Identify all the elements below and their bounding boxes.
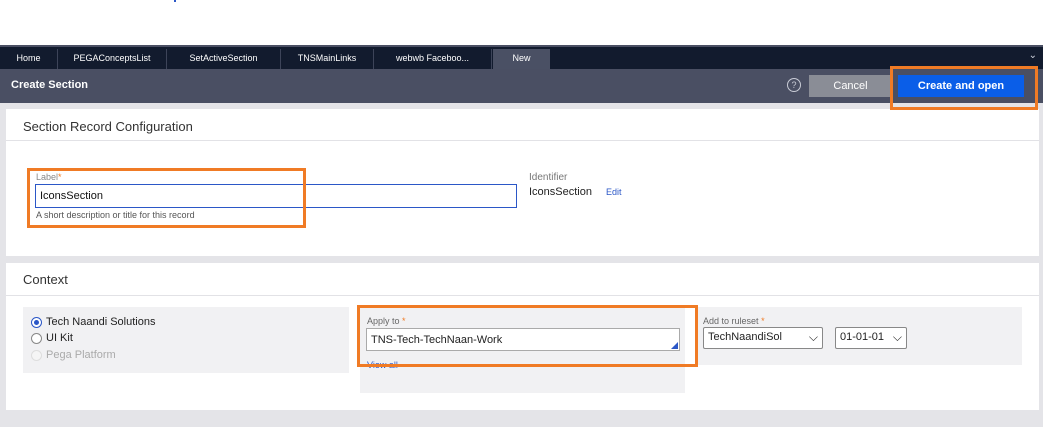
identifier-value: IconsSection [529,186,592,198]
tab-home[interactable]: Home [0,49,58,71]
view-all-link[interactable]: View all [367,360,398,369]
autocomplete-corner-icon [671,342,678,349]
label-helper-text: A short description or title for this re… [36,210,195,220]
radio-pega-platform: Pega Platform [31,349,116,361]
radio-icon[interactable] [31,332,42,344]
page-title: Create Section [11,79,89,91]
divider [6,140,1039,141]
tab-webwb-facebook[interactable]: webwb Faceboo... [374,49,492,71]
apply-to-label: Apply to * [367,316,406,326]
tab-tnsmainlinks[interactable]: TNSMainLinks [281,49,374,71]
ruleset-select[interactable]: TechNaandiSol ⌵ [703,327,823,349]
radio-ui-kit[interactable]: UI Kit [31,332,73,344]
header-bar: Create Section ? Cancel Create and open [0,69,1043,103]
cancel-button[interactable]: Cancel [809,75,892,97]
radio-disabled-icon [31,349,42,361]
divider [6,295,1039,296]
chevron-down-icon[interactable]: ⌄ [1029,50,1037,61]
question-circle-icon[interactable]: ? [787,78,801,92]
chevron-down-icon: ⌵ [892,330,902,344]
tab-bar: Home PEGAConceptsList SetActiveSection T… [0,45,1043,71]
tab-pegaconceptslist[interactable]: PEGAConceptsList [58,49,167,71]
ruleset-label: Add to ruleset * [703,316,765,326]
radio-selected-icon[interactable] [31,316,42,328]
apply-to-input[interactable] [366,328,680,351]
label-input[interactable] [35,184,517,208]
label-field-label: Label* [36,172,62,182]
record-config-title: Section Record Configuration [23,119,193,134]
context-title: Context [23,272,68,287]
record-config-card: Section Record Configuration [6,109,1039,256]
radio-tech-naandi-solutions[interactable]: Tech Naandi Solutions [31,316,155,328]
create-and-open-button[interactable]: Create and open [898,75,1024,97]
ruleset-version-select[interactable]: 01-01-01 ⌵ [835,327,907,349]
top-whitespace [0,0,1043,45]
chevron-down-icon: ⌵ [808,330,818,344]
identifier-label: Identifier [529,172,568,183]
tab-new[interactable]: New [493,49,550,71]
tab-setactivesection[interactable]: SetActiveSection [167,49,281,71]
stray-dot [174,0,176,2]
identifier-edit-link[interactable]: Edit [606,187,622,197]
